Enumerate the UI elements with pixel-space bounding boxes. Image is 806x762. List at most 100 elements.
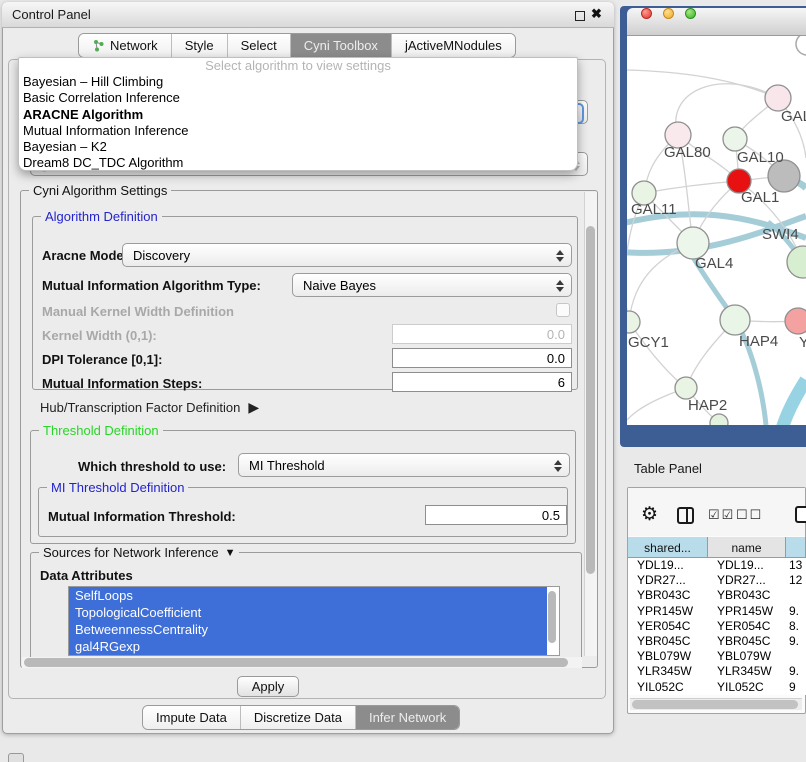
data-attribute-item[interactable]: TopologicalCoefficient	[69, 604, 547, 621]
kernel-width-label: Kernel Width (0,1):	[42, 328, 157, 343]
node-label: GAL4	[695, 255, 733, 272]
table-horizontal-scrollbar-thumb[interactable]	[632, 700, 798, 709]
gear-icon[interactable]: ⚙	[641, 503, 658, 526]
table-row[interactable]: YBR045CYBR045C9.	[628, 634, 806, 649]
table-cell: YIL052C	[708, 680, 786, 695]
table-cell: YLR345W	[628, 664, 708, 679]
tab-style[interactable]: Style	[171, 34, 227, 57]
table-column-header[interactable]	[786, 537, 806, 558]
table-row[interactable]: YIL052CYIL052C9	[628, 680, 806, 695]
mi-steps-input[interactable]	[392, 372, 572, 392]
table-cell: 9.	[786, 664, 806, 679]
network-node-hap2[interactable]	[675, 377, 697, 399]
network-edge[interactable]	[629, 322, 686, 388]
network-node-hap4[interactable]	[720, 305, 750, 335]
table-header-row: shared...name	[628, 537, 806, 558]
sources-title: Sources for Network Inference	[43, 545, 219, 560]
algorithm-option[interactable]: ARACNE Algorithm	[19, 107, 577, 123]
algorithm-option[interactable]: Dream8 DC_TDC Algorithm	[19, 155, 577, 171]
zoom-traffic-light-icon[interactable]	[685, 8, 696, 19]
list-scrollbar-thumb[interactable]	[548, 591, 556, 643]
algorithm-option[interactable]: Basic Correlation Inference	[19, 90, 577, 106]
network-window-titlebar[interactable]	[627, 8, 806, 36]
table-cell: YLR345W	[708, 664, 786, 679]
algorithm-option[interactable]: Bayesian – Hill Climbing	[19, 74, 577, 90]
float-window-icon[interactable]	[575, 11, 585, 21]
tab-label: Network	[110, 38, 158, 53]
mi-type-value: Naive Bayes	[303, 278, 376, 293]
network-node-gal10[interactable]	[723, 127, 747, 151]
network-edge[interactable]	[644, 181, 739, 193]
network-node-y[interactable]	[785, 308, 806, 334]
table-cell	[786, 649, 806, 664]
table-row[interactable]: YPR145WYPR145W9.	[628, 604, 806, 619]
tab-cyni-toolbox[interactable]: Cyni Toolbox	[290, 34, 391, 57]
table-row[interactable]: YER054CYER054C8.	[628, 619, 806, 634]
tab-infer-network[interactable]: Infer Network	[355, 706, 459, 729]
aracne-mode-combo[interactable]: Discovery	[122, 243, 572, 267]
settings-horizontal-scrollbar-thumb[interactable]	[24, 658, 568, 667]
table-row[interactable]: YDR27...YDR27...12	[628, 573, 806, 588]
which-threshold-label: Which threshold to use:	[78, 459, 226, 474]
tab-select[interactable]: Select	[227, 34, 290, 57]
checked-checkboxes-icon[interactable]: ☑☑	[708, 507, 735, 523]
split-columns-icon[interactable]	[677, 507, 694, 524]
algorithm-dropdown-popup: Select algorithm to view settings Bayesi…	[18, 57, 578, 171]
network-node[interactable]	[710, 414, 728, 425]
table-cell: YDL19...	[708, 558, 786, 573]
close-traffic-light-icon[interactable]	[641, 8, 652, 19]
network-edge[interactable]	[627, 70, 778, 98]
network-node-swi4[interactable]	[787, 246, 806, 278]
table-cell: 12	[786, 573, 806, 588]
table-cell: 9	[786, 680, 806, 695]
table-row[interactable]: YDL19...YDL19...13	[628, 558, 806, 573]
table-row[interactable]: YBR043CYBR043C	[628, 588, 806, 603]
table-cell: 8.	[786, 619, 806, 634]
threshold-definition-title: Threshold Definition	[39, 423, 163, 438]
data-attribute-item[interactable]: BetweennessCentrality	[69, 621, 547, 638]
network-canvas[interactable]: GALGAL80GAL10GAL1GAL11SWI4GAL4GCY1HAP4YH…	[627, 36, 806, 425]
tab-label: Style	[185, 38, 214, 53]
table-cell	[786, 588, 806, 603]
tab-label: jActiveMNodules	[405, 38, 502, 53]
desktop: { "colors": { "selection_blue": "#3e6ed8…	[0, 0, 806, 762]
partial-corner-button[interactable]	[8, 753, 24, 762]
tab-discretize-data[interactable]: Discretize Data	[240, 706, 355, 729]
settings-vertical-scrollbar-thumb[interactable]	[586, 226, 595, 574]
unchecked-checkboxes-icon[interactable]: ☐☐	[736, 507, 763, 523]
mi-threshold-input[interactable]	[425, 505, 567, 525]
which-threshold-combo[interactable]: MI Threshold	[238, 453, 570, 477]
partial-document-icon[interactable]	[795, 506, 806, 523]
table-column-header[interactable]: shared...	[628, 537, 708, 558]
data-attribute-item[interactable]: SelfLoops	[69, 587, 547, 604]
node-label: HAP2	[688, 397, 727, 414]
network-icon	[92, 39, 105, 52]
control-panel-titlebar[interactable]	[2, 2, 614, 28]
hub-definition-toggle[interactable]: Hub/Transcription Factor Definition ▶	[40, 399, 259, 416]
manual-kernel-checkbox[interactable]	[556, 303, 570, 317]
network-edge[interactable]	[778, 380, 806, 425]
apply-button[interactable]: Apply	[237, 676, 299, 697]
table-cell: YIL052C	[628, 680, 708, 695]
table-column-header[interactable]: name	[708, 537, 786, 558]
algorithm-option[interactable]: Mutual Information Inference	[19, 123, 577, 139]
table-row[interactable]: YBL079WYBL079W	[628, 649, 806, 664]
algorithm-option[interactable]: Bayesian – K2	[19, 139, 577, 155]
minimize-traffic-light-icon[interactable]	[663, 8, 674, 19]
table-cell: 9.	[786, 634, 806, 649]
tab-impute-data[interactable]: Impute Data	[143, 706, 240, 729]
network-node-gcy1[interactable]	[627, 311, 640, 333]
bottom-tabbar: Impute Data Discretize DataInfer Network	[142, 705, 460, 730]
mi-type-combo[interactable]: Naive Bayes	[292, 273, 572, 297]
close-icon[interactable]: ✖	[591, 6, 602, 22]
tab-network[interactable]: Network	[79, 34, 171, 57]
dpi-tolerance-input[interactable]	[392, 348, 572, 368]
table-row[interactable]: YLR345WYLR345W9.	[628, 664, 806, 679]
tab-label: Impute Data	[156, 710, 227, 725]
data-attribute-item[interactable]: gal4RGexp	[69, 638, 547, 655]
sources-group-header[interactable]: Sources for Network Inference ▼	[39, 545, 239, 560]
data-attributes-list[interactable]: SelfLoopsTopologicalCoefficientBetweenne…	[68, 586, 560, 656]
tab-jactivemnodules[interactable]: jActiveMNodules	[391, 34, 515, 57]
kernel-width-input[interactable]	[392, 324, 572, 344]
table-cell: YPR145W	[708, 604, 786, 619]
